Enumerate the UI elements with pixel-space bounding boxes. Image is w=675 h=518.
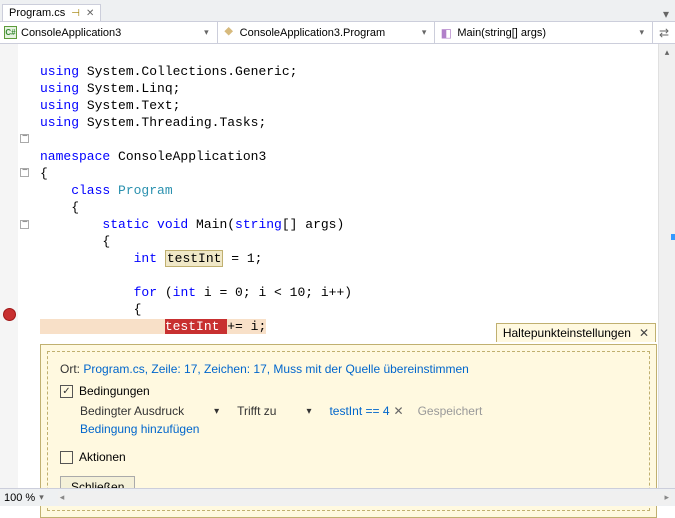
nav-method-label: Main(string[] args) xyxy=(457,27,546,39)
fold-toggle[interactable] xyxy=(20,220,29,229)
pin-icon[interactable]: ⊣ xyxy=(71,8,80,19)
breakpoint-location: Ort: Program.cs, Zeile: 17, Zeichen: 17,… xyxy=(60,362,637,376)
tab-bar: Program.cs ⊣ ✕ ▾ xyxy=(0,0,675,22)
close-tab-icon[interactable]: ✕ xyxy=(86,8,94,19)
nav-bar: C# ConsoleApplication3 ▾ ⯁ ConsoleApplic… xyxy=(0,22,675,44)
scroll-left-icon[interactable]: ◂ xyxy=(60,492,65,503)
add-condition-link[interactable]: Bedingung hinzufügen xyxy=(80,422,637,436)
breakpoint-line: testInt += i; xyxy=(40,319,266,334)
remove-condition-icon[interactable]: ✕ xyxy=(394,404,404,418)
scroll-marker xyxy=(671,234,675,240)
saved-label: Gespeichert xyxy=(418,404,483,418)
condition-expression[interactable]: testInt == 4 xyxy=(329,404,389,418)
panel-title: Haltepunkteinstellungen xyxy=(503,326,631,340)
chevron-down-icon: ▾ xyxy=(639,27,648,38)
nav-class-dropdown[interactable]: ⯁ ConsoleApplication3.Program ▾ xyxy=(218,22,436,43)
scroll-right-icon[interactable]: ▸ xyxy=(664,492,669,503)
zoom-level[interactable]: 100 % xyxy=(4,492,35,504)
tab-program-cs[interactable]: Program.cs ⊣ ✕ xyxy=(2,4,101,21)
nav-project-dropdown[interactable]: C# ConsoleApplication3 ▾ xyxy=(0,22,218,43)
nav-project-label: ConsoleApplication3 xyxy=(21,27,121,39)
breakpoint-marker[interactable] xyxy=(3,308,16,321)
tab-label: Program.cs xyxy=(9,7,65,19)
panel-title-tab: Haltepunkteinstellungen ✕ xyxy=(496,323,656,342)
code-editor[interactable]: using System.Collections.Generic; using … xyxy=(0,44,675,488)
actions-label: Aktionen xyxy=(79,450,126,464)
zoom-dropdown-icon[interactable]: ▾ xyxy=(39,492,44,503)
conditions-label: Bedingungen xyxy=(79,384,150,398)
chevron-down-icon: ▾ xyxy=(204,27,213,38)
code-content: using System.Collections.Generic; using … xyxy=(40,44,657,352)
location-link[interactable]: Program.cs, Zeile: 17, Zeichen: 17, Muss… xyxy=(83,362,469,376)
horizontal-scrollbar[interactable]: ◂ ▸ xyxy=(58,491,671,505)
tab-overflow-button[interactable]: ▾ xyxy=(657,7,675,21)
actions-checkbox[interactable] xyxy=(60,451,73,464)
close-panel-icon[interactable]: ✕ xyxy=(639,326,649,340)
fold-toggle[interactable] xyxy=(20,168,29,177)
class-icon: ⯁ xyxy=(222,26,236,40)
conditions-checkbox[interactable]: ✓ xyxy=(60,385,73,398)
condition-hit-dropdown[interactable]: Trifft zu xyxy=(237,404,311,418)
status-bar: 100 % ▾ ◂ ▸ xyxy=(0,488,675,506)
split-icon: ⇄ xyxy=(659,26,669,40)
nav-method-dropdown[interactable]: ◧ Main(string[] args) ▾ xyxy=(435,22,653,43)
breakpoint-gutter[interactable] xyxy=(0,44,18,488)
condition-type-dropdown[interactable]: Bedingter Ausdruck xyxy=(80,404,219,418)
scroll-up-icon[interactable]: ▴ xyxy=(659,44,675,61)
chevron-down-icon: ▾ xyxy=(422,27,431,38)
nav-class-label: ConsoleApplication3.Program xyxy=(240,27,386,39)
csharp-icon: C# xyxy=(4,26,17,39)
method-icon: ◧ xyxy=(439,26,453,40)
fold-gutter[interactable] xyxy=(18,44,34,488)
vertical-scrollbar[interactable]: ▴ xyxy=(658,44,675,488)
split-view-button[interactable]: ⇄ xyxy=(653,22,675,43)
fold-toggle[interactable] xyxy=(20,134,29,143)
